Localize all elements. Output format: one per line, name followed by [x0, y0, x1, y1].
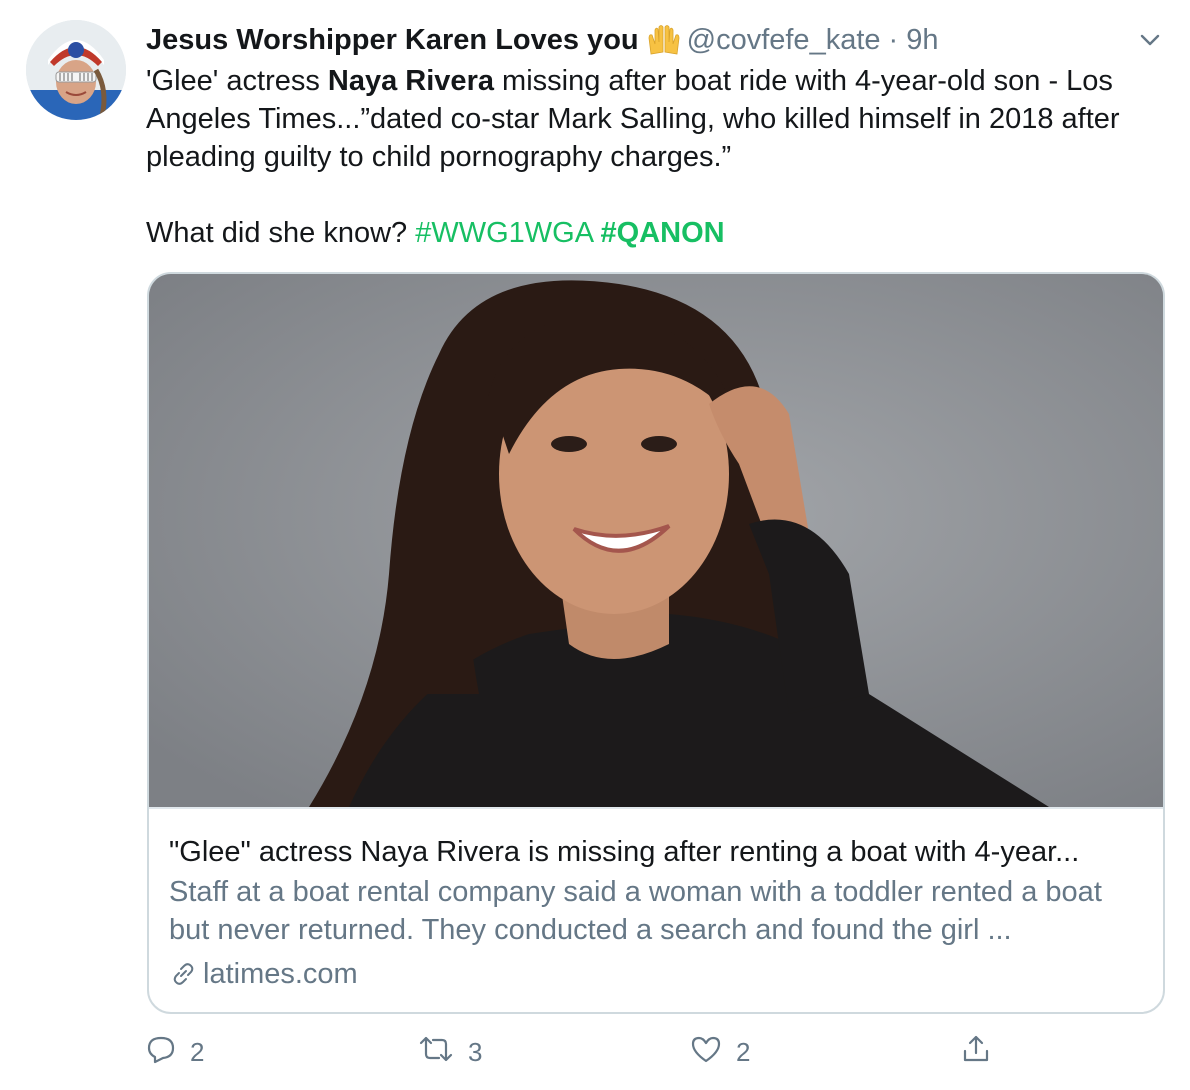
author-handle[interactable]: @covfefe_kate [687, 24, 881, 57]
like-button[interactable]: 2 [690, 1030, 750, 1074]
hashtag-wwg1wga[interactable]: #WWG1WGA [415, 217, 592, 249]
raising-hands-emoji-icon [647, 24, 681, 56]
card-body: "Glee" actress Naya Rivera is missing af… [149, 809, 1163, 993]
card-title: "Glee" actress Naya Rivera is missing af… [169, 836, 1080, 868]
tweet-question: What did she know? #WWG1WGA #QANON [146, 214, 1156, 252]
card-domain-text: latimes.com [203, 958, 358, 990]
link-preview-card[interactable]: "Glee" actress Naya Rivera is missing af… [147, 272, 1165, 1014]
tweet-text: 'Glee' actress Naya Rivera missing after… [146, 62, 1156, 252]
portrait-photo-icon [149, 274, 1163, 807]
text-bold-name: Naya Rivera [327, 65, 494, 97]
tweet-header: Jesus Worshipper Karen Loves you @covfef… [146, 20, 938, 60]
share-button[interactable] [960, 1030, 992, 1074]
share-icon [960, 1033, 992, 1072]
reply-icon [146, 1034, 176, 1071]
question-text: What did she know? [146, 217, 416, 249]
reply-button[interactable]: 2 [146, 1030, 204, 1074]
retweet-count: 3 [468, 1036, 483, 1067]
author-avatar[interactable] [26, 20, 126, 120]
link-icon [169, 960, 197, 988]
retweet-icon [418, 1034, 454, 1071]
tweet-headline: 'Glee' actress Naya Rivera missing after… [146, 62, 1156, 176]
retweet-button[interactable]: 3 [418, 1030, 482, 1074]
card-description: Staff at a boat rental company said a wo… [169, 876, 1102, 946]
avatar-image [26, 20, 126, 120]
tweet-timestamp[interactable]: 9h [906, 24, 938, 57]
chevron-down-icon[interactable] [1136, 26, 1164, 54]
card-image [149, 274, 1163, 809]
like-count: 2 [736, 1036, 751, 1067]
card-domain: latimes.com [169, 955, 1143, 993]
tweet-actions: 2 3 2 [146, 1030, 1026, 1074]
header-separator: · [888, 23, 899, 56]
reply-count: 2 [190, 1036, 205, 1067]
text-prefix: 'Glee' actress [146, 65, 328, 97]
heart-icon [690, 1034, 722, 1071]
hashtag-qanon[interactable]: #QANON [601, 217, 725, 249]
author-name[interactable]: Jesus Worshipper Karen Loves you [146, 24, 639, 57]
